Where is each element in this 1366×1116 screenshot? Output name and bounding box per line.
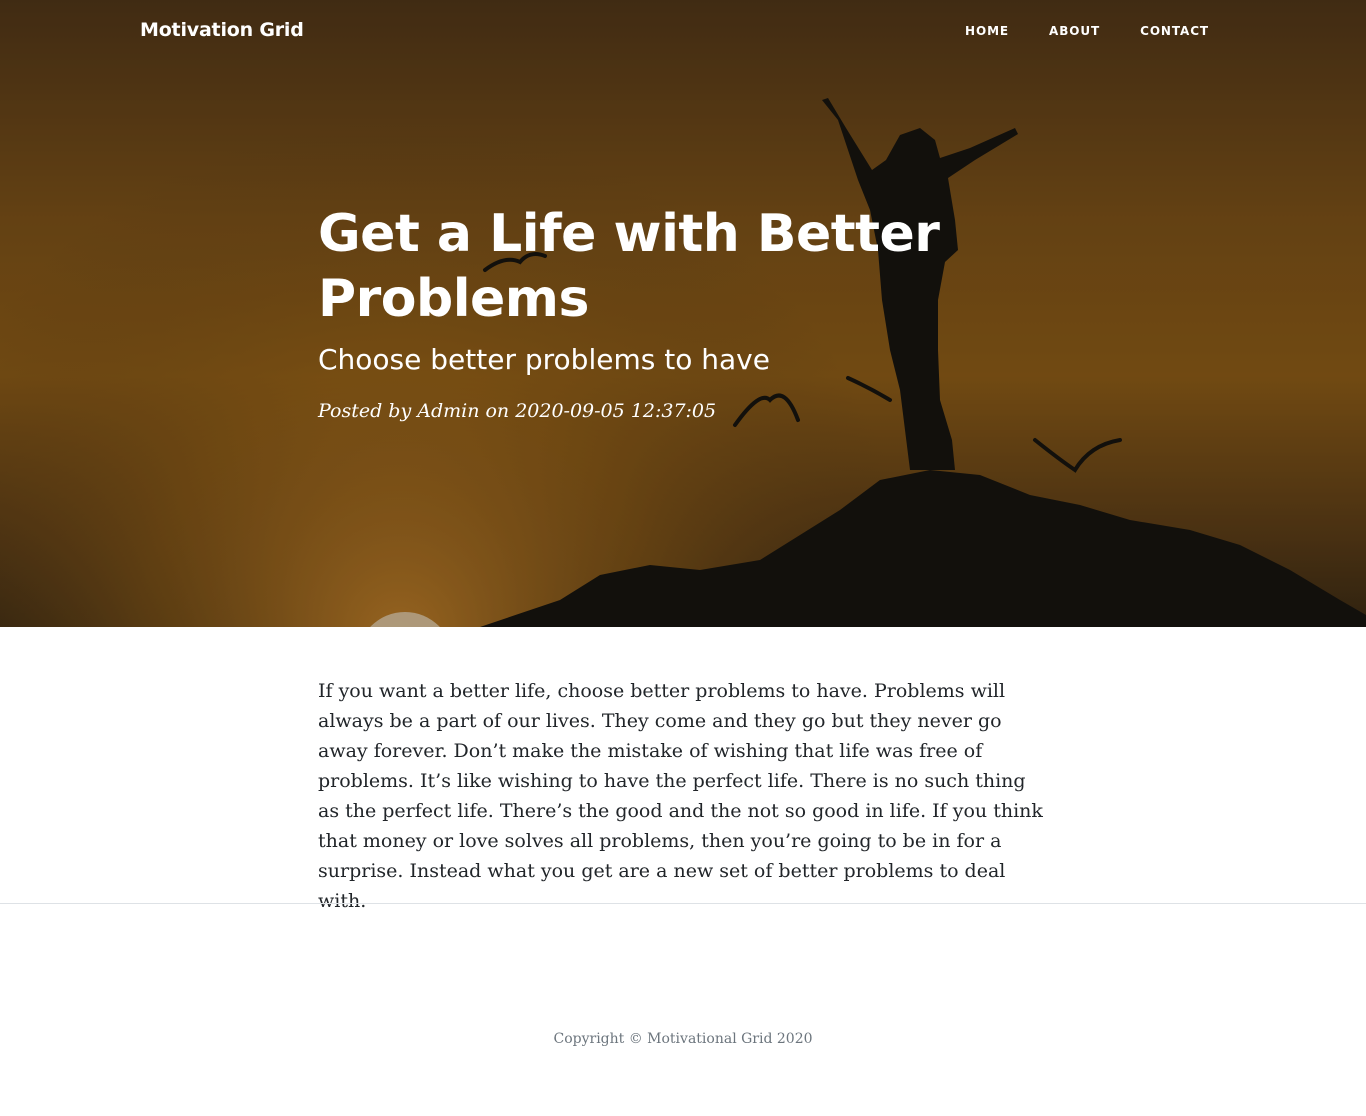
footer-copyright: Copyright © Motivational Grid 2020 [553,1031,813,1047]
nav-contact-link[interactable]: CONTACT [1140,24,1209,38]
content-divider [0,903,1366,904]
post-meta: Posted by Admin on 2020-09-05 12:37:05 [318,400,717,422]
brand-logo-link[interactable]: Motivation Grid [140,19,304,41]
nav-home-link[interactable]: HOME [965,24,1009,38]
post-title: Get a Life with Better Problems [318,204,940,329]
post-header: Motivation Grid HOME ABOUT CONTACT Get a… [0,0,1366,627]
post-subtitle: Choose better problems to have [318,343,770,376]
nav-links: HOME ABOUT CONTACT [925,24,1209,38]
main-navbar: Motivation Grid HOME ABOUT CONTACT [0,0,1366,66]
post-body: If you want a better life, choose better… [318,680,1043,912]
nav-about-link[interactable]: ABOUT [1049,24,1100,38]
post-heading: Get a Life with Better Problems Choose b… [318,202,1038,422]
